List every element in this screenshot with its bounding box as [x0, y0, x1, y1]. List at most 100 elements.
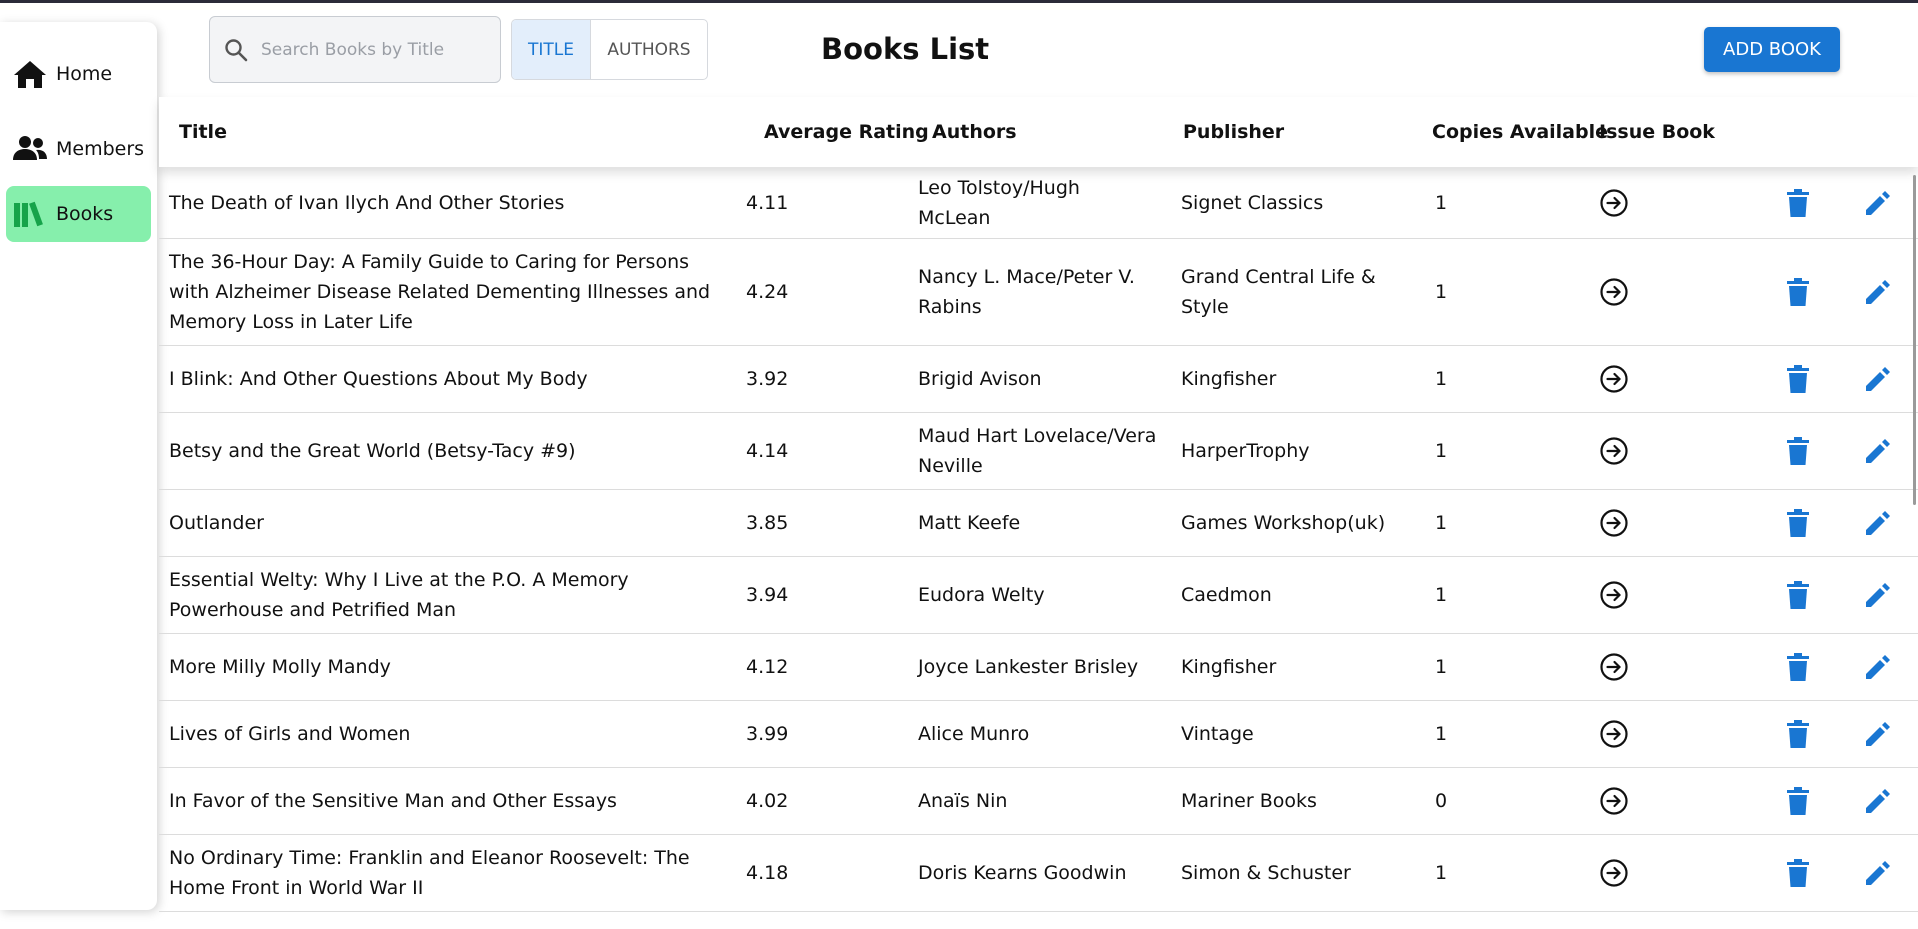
- table-row: No Ordinary Time: Franklin and Eleanor R…: [159, 835, 1918, 912]
- book-authors: Matt Keefe: [918, 512, 1021, 534]
- edit-icon[interactable]: [1864, 509, 1892, 537]
- book-copies: 1: [1435, 723, 1448, 745]
- book-publisher: HarperTrophy: [1181, 440, 1310, 462]
- book-authors: Eudora Welty: [918, 584, 1045, 606]
- search-icon: [225, 38, 248, 61]
- book-publisher: Caedmon: [1181, 584, 1272, 606]
- delete-icon[interactable]: [1787, 653, 1809, 681]
- book-copies: 0: [1435, 790, 1448, 812]
- book-title: The 36-Hour Day: A Family Guide to Carin…: [169, 251, 711, 333]
- book-rating: 4.14: [746, 440, 789, 462]
- search-mode-toggle: TITLE AUTHORS: [511, 19, 708, 80]
- table-header: Title Average Rating Authors Publisher C…: [159, 97, 1918, 167]
- book-publisher: Vintage: [1181, 723, 1254, 745]
- members-icon: [13, 136, 47, 160]
- book-rating: 4.12: [746, 656, 789, 678]
- edit-icon[interactable]: [1864, 653, 1892, 681]
- edit-icon[interactable]: [1864, 859, 1892, 887]
- book-publisher: Mariner Books: [1181, 790, 1317, 812]
- book-title: The Death of Ivan Ilych And Other Storie…: [169, 191, 565, 214]
- book-publisher: Kingfisher: [1181, 368, 1277, 390]
- column-header-issue: Issue Book: [1599, 121, 1715, 143]
- book-authors: Nancy L. Mace/Peter V. Rabins: [918, 266, 1135, 318]
- book-authors: Doris Kearns Goodwin: [918, 862, 1127, 884]
- books-table: Title Average Rating Authors Publisher C…: [159, 97, 1918, 929]
- delete-icon[interactable]: [1787, 437, 1809, 465]
- issue-book-icon[interactable]: [1599, 188, 1629, 218]
- book-authors: Anaïs Nin: [918, 790, 1008, 812]
- table-row: Lives of Girls and Women 3.99 Alice Munr…: [159, 701, 1918, 768]
- delete-icon[interactable]: [1787, 720, 1809, 748]
- book-title: No Ordinary Time: Franklin and Eleanor R…: [169, 847, 690, 899]
- issue-book-icon[interactable]: [1599, 719, 1629, 749]
- sidebar-item-members[interactable]: Members: [6, 121, 151, 177]
- edit-icon[interactable]: [1864, 189, 1892, 217]
- table-row: I Blink: And Other Questions About My Bo…: [159, 346, 1918, 413]
- edit-icon[interactable]: [1864, 437, 1892, 465]
- issue-book-icon[interactable]: [1599, 436, 1629, 466]
- book-publisher: Kingfisher: [1181, 656, 1277, 678]
- edit-icon[interactable]: [1864, 365, 1892, 393]
- delete-icon[interactable]: [1787, 581, 1809, 609]
- issue-book-icon[interactable]: [1599, 277, 1629, 307]
- book-rating: 3.94: [746, 584, 789, 606]
- delete-icon[interactable]: [1787, 188, 1809, 217]
- book-authors: Maud Hart Lovelace/Vera Neville: [918, 425, 1157, 477]
- book-title: Outlander: [169, 512, 264, 534]
- issue-book-icon[interactable]: [1599, 580, 1629, 610]
- book-publisher: Simon & Schuster: [1181, 862, 1351, 884]
- book-copies: 1: [1435, 368, 1448, 390]
- table-row: Outlander 3.85 Matt Keefe Games Workshop…: [159, 490, 1918, 557]
- edit-icon[interactable]: [1864, 720, 1892, 748]
- book-rating: 3.85: [746, 512, 789, 534]
- delete-icon[interactable]: [1787, 365, 1809, 393]
- edit-icon[interactable]: [1864, 787, 1892, 815]
- search-box: [209, 16, 501, 83]
- table-body: The Death of Ivan Ilych And Other Storie…: [159, 167, 1918, 912]
- book-title: Betsy and the Great World (Betsy-Tacy #9…: [169, 440, 576, 462]
- book-copies: 1: [1435, 656, 1448, 678]
- column-header-authors: Authors: [932, 121, 1017, 143]
- book-authors: Joyce Lankester Brisley: [918, 656, 1139, 678]
- table-row: Betsy and the Great World (Betsy-Tacy #9…: [159, 413, 1918, 490]
- delete-icon[interactable]: [1787, 278, 1809, 306]
- table-row: The Death of Ivan Ilych And Other Storie…: [159, 167, 1918, 239]
- book-copies: 1: [1435, 281, 1448, 303]
- sidebar: Home Members Books: [0, 22, 157, 910]
- edit-icon[interactable]: [1864, 278, 1892, 306]
- sidebar-item-books[interactable]: Books: [6, 186, 151, 242]
- book-publisher: Grand Central Life & Style: [1181, 266, 1376, 318]
- book-copies: 1: [1435, 584, 1448, 606]
- book-copies: 1: [1435, 440, 1448, 462]
- book-title: Essential Welty: Why I Live at the P.O. …: [169, 569, 629, 621]
- issue-book-icon[interactable]: [1599, 508, 1629, 538]
- book-authors: Brigid Avison: [918, 368, 1042, 390]
- issue-book-icon[interactable]: [1599, 364, 1629, 394]
- book-copies: 1: [1435, 191, 1448, 214]
- sidebar-item-home[interactable]: Home: [6, 46, 151, 102]
- book-rating: 4.18: [746, 862, 789, 884]
- issue-book-icon[interactable]: [1599, 652, 1629, 682]
- window-top-border: [0, 0, 1918, 3]
- search-input[interactable]: [261, 39, 491, 60]
- book-title: I Blink: And Other Questions About My Bo…: [169, 368, 588, 390]
- book-rating: 4.11: [746, 191, 789, 214]
- delete-icon[interactable]: [1787, 787, 1809, 815]
- sidebar-item-label: Books: [56, 203, 114, 225]
- search-mode-title[interactable]: TITLE: [512, 20, 591, 79]
- delete-icon[interactable]: [1787, 509, 1809, 537]
- column-header-rating: Average Rating: [764, 121, 929, 143]
- search-mode-authors[interactable]: AUTHORS: [591, 20, 707, 79]
- home-icon: [14, 61, 46, 88]
- book-copies: 1: [1435, 862, 1448, 884]
- add-book-button[interactable]: ADD BOOK: [1704, 27, 1840, 72]
- book-rating: 3.92: [746, 368, 789, 390]
- column-header-copies: Copies Available: [1432, 121, 1609, 143]
- book-rating: 3.99: [746, 723, 789, 745]
- book-title: Lives of Girls and Women: [169, 723, 411, 745]
- scrollbar[interactable]: [1913, 175, 1916, 505]
- issue-book-icon[interactable]: [1599, 858, 1629, 888]
- issue-book-icon[interactable]: [1599, 786, 1629, 816]
- edit-icon[interactable]: [1864, 581, 1892, 609]
- delete-icon[interactable]: [1787, 859, 1809, 887]
